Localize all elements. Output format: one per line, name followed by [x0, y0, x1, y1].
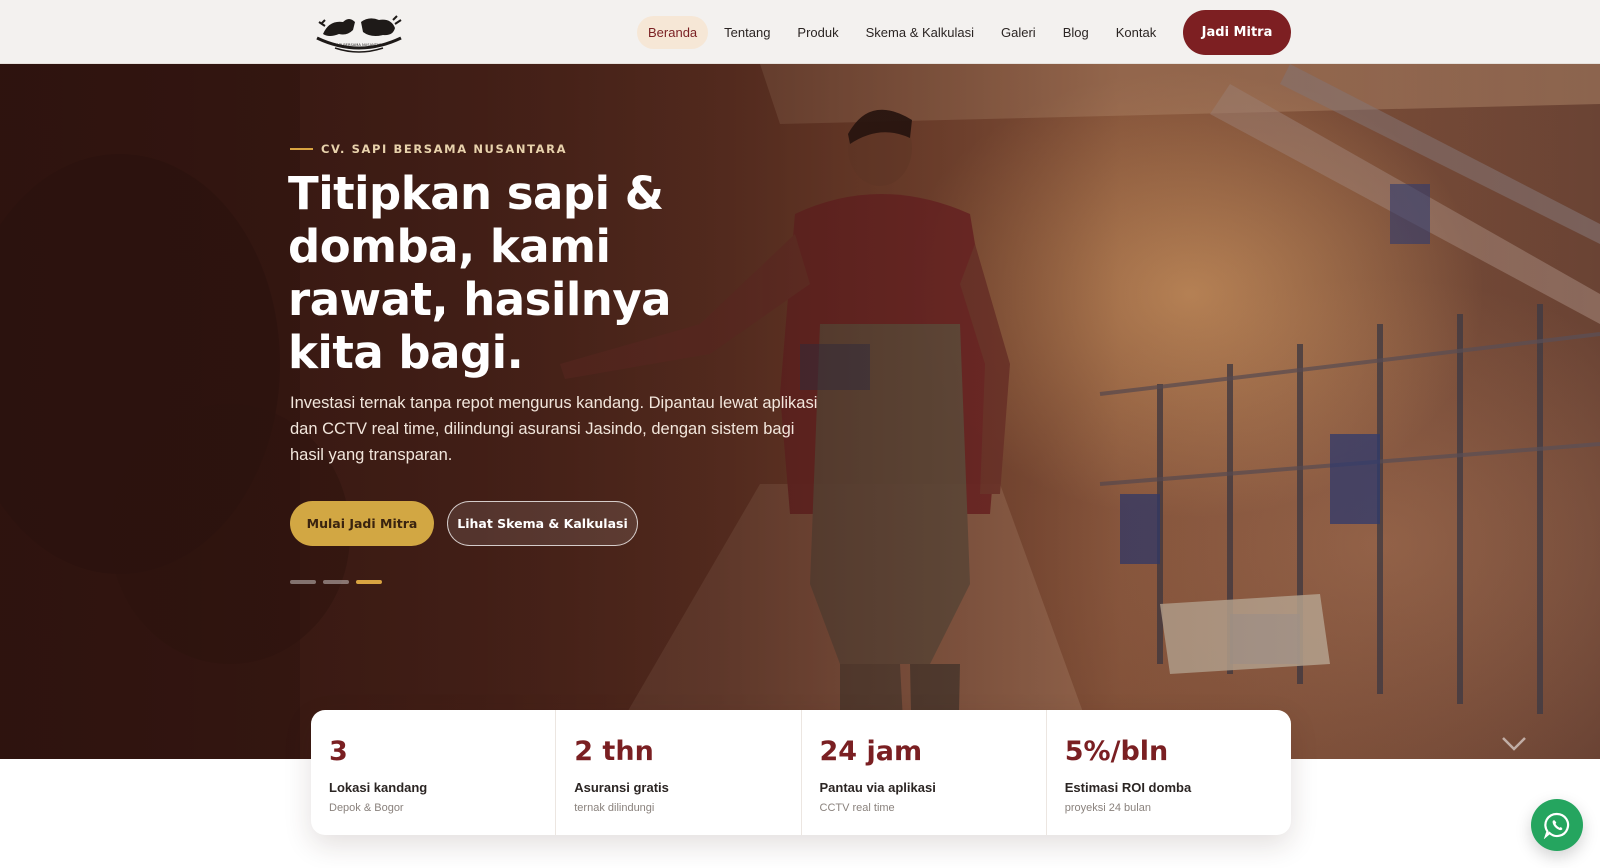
- nav-kontak[interactable]: Kontak: [1105, 16, 1167, 49]
- carousel-dot-3[interactable]: [356, 580, 382, 584]
- stat-item: 2 thn Asuransi gratis ternak dilindungi: [556, 710, 802, 835]
- hero-eyebrow-text: CV. SAPI BERSAMA NUSANTARA: [321, 142, 568, 156]
- eyebrow-line: [290, 148, 313, 150]
- mulai-jadi-mitra-button[interactable]: Mulai Jadi Mitra: [290, 501, 434, 546]
- stat-item: 24 jam Pantau via aplikasi CCTV real tim…: [802, 710, 1047, 835]
- whatsapp-button[interactable]: [1531, 799, 1583, 851]
- stat-value: 24 jam: [819, 736, 923, 767]
- stat-label: Asuransi gratis: [574, 780, 669, 795]
- stat-item: 3 Lokasi kandang Depok & Bogor: [311, 710, 557, 835]
- whatsapp-icon: [1543, 812, 1570, 839]
- stat-value: 3: [329, 736, 348, 767]
- nav-tentang[interactable]: Tentang: [713, 16, 781, 49]
- cow-and-sheep-logo-icon: SAPI BERSAMA NUSANTARA: [316, 15, 402, 53]
- nav-galeri[interactable]: Galeri: [990, 16, 1047, 49]
- carousel-dot-2[interactable]: [323, 580, 349, 584]
- main-nav: Beranda Tentang Produk Skema & Kalkulasi…: [637, 14, 1172, 50]
- hero-eyebrow: CV. SAPI BERSAMA NUSANTARA: [290, 142, 567, 156]
- navbar: SAPI BERSAMA NUSANTARA Beranda Tentang P…: [0, 0, 1600, 64]
- stat-subtext: CCTV real time: [819, 802, 895, 814]
- stat-subtext: proyeksi 24 bulan: [1064, 802, 1151, 814]
- stat-value: 5%/bln: [1064, 736, 1169, 767]
- stat-value: 2 thn: [574, 736, 654, 767]
- nav-beranda[interactable]: Beranda: [637, 15, 709, 49]
- chevron-down-icon[interactable]: [1499, 734, 1529, 754]
- stats-card: 3 Lokasi kandang Depok & Bogor 2 thn Asu…: [311, 710, 1291, 835]
- stat-label: Lokasi kandang: [329, 780, 428, 795]
- stat-label: Estimasi ROI domba: [1064, 780, 1192, 795]
- stat-subtext: ternak dilindungi: [574, 802, 655, 814]
- stat-subtext: Depok & Bogor: [329, 802, 404, 814]
- hero-title: Titipkan sapi & domba, kami rawat, hasil…: [288, 167, 672, 379]
- stat-label: Pantau via aplikasi: [819, 780, 936, 795]
- lihat-skema-kalkulasi-button[interactable]: Lihat Skema & Kalkulasi: [447, 501, 638, 546]
- brand-logo[interactable]: SAPI BERSAMA NUSANTARA: [309, 8, 409, 54]
- stat-item: 5%/bln Estimasi ROI domba proyeksi 24 bu…: [1047, 710, 1291, 835]
- logo-wordmark: SAPI BERSAMA NUSANTARA: [334, 43, 384, 47]
- nav-blog[interactable]: Blog: [1052, 16, 1100, 49]
- nav-skema-kalkulasi[interactable]: Skema & Kalkulasi: [855, 16, 985, 49]
- carousel-indicators: [290, 580, 389, 584]
- jadi-mitra-button[interactable]: Jadi Mitra: [1183, 10, 1291, 55]
- carousel-dot-1[interactable]: [290, 580, 316, 584]
- hero-description: Investasi ternak tanpa repot mengurus ka…: [290, 394, 818, 464]
- hero-section: CV. SAPI BERSAMA NUSANTARA Titipkan sapi…: [0, 64, 1600, 759]
- nav-produk[interactable]: Produk: [786, 16, 849, 49]
